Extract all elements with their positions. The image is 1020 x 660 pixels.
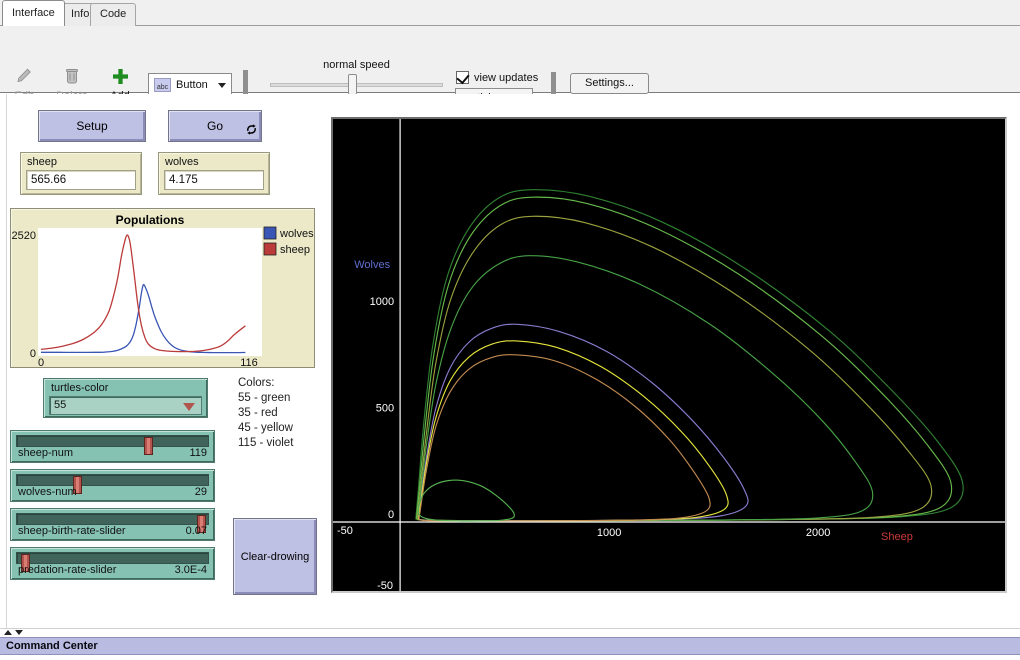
colors-note: Colors: 55 - green 35 - red 45 - yellow …: [238, 376, 293, 451]
monitor-value: 4.175: [164, 170, 264, 190]
slider-sheep-num[interactable]: sheep-num 119: [10, 430, 215, 463]
svg-text:1000: 1000: [370, 296, 394, 308]
arrow-down-icon: [15, 630, 23, 635]
monitor-wolves: wolves 4.175: [158, 152, 270, 195]
svg-text:-50: -50: [337, 525, 353, 537]
monitor-label: sheep: [27, 156, 57, 168]
slider-wolves-num[interactable]: wolves-num 29: [10, 469, 215, 502]
populations-plot: Populations 0 2520 0 116 wolves sheep: [10, 208, 315, 368]
canvas-left-border: [6, 94, 7, 628]
svg-text:1000: 1000: [597, 527, 621, 539]
pencil-icon: [8, 64, 40, 88]
go-button[interactable]: Go: [168, 110, 262, 142]
command-center-resize[interactable]: [4, 630, 23, 635]
svg-text:0: 0: [388, 509, 394, 521]
svg-text:wolves: wolves: [279, 228, 314, 240]
chooser-value: 55: [54, 399, 66, 411]
settings-button[interactable]: Settings...: [570, 73, 649, 94]
colors-note-line: 45 - yellow: [238, 421, 293, 436]
monitor-value: 565.66: [26, 170, 136, 190]
chooser-label: turtles-color: [51, 382, 108, 394]
svg-text:0: 0: [38, 357, 44, 367]
svg-text:116: 116: [240, 357, 258, 367]
svg-text:0: 0: [30, 348, 36, 360]
svg-text:Wolves: Wolves: [354, 259, 390, 271]
svg-text:Populations: Populations: [116, 213, 185, 227]
widget-type-value: Button: [176, 79, 208, 91]
slider-predation-rate[interactable]: predation-rate-slider 3.0E-4: [10, 547, 215, 580]
svg-text:-50: -50: [377, 580, 393, 591]
tab-code[interactable]: Code: [90, 3, 136, 26]
interface-canvas: Setup Go sheep 565.66 wolves 4.175 Popul…: [0, 94, 1020, 628]
svg-text:Sheep: Sheep: [881, 531, 913, 543]
slider-track[interactable]: [16, 474, 209, 486]
view-updates-label: view updates: [474, 72, 538, 84]
svg-text:2520: 2520: [12, 230, 36, 242]
speed-slider-label: normal speed: [270, 59, 443, 71]
command-center-header[interactable]: Command Center: [0, 637, 1020, 655]
svg-text:500: 500: [376, 402, 394, 414]
monitor-label: wolves: [165, 156, 199, 168]
arrow-up-icon: [4, 630, 12, 635]
colors-note-line: 55 - green: [238, 391, 293, 406]
slider-sheep-birth-rate[interactable]: sheep-birth-rate-slider 0.07: [10, 508, 215, 541]
clear-drawing-button[interactable]: Clear-drowing: [233, 518, 317, 595]
forever-icon: [246, 124, 257, 138]
turtles-color-chooser[interactable]: turtles-color 55: [43, 378, 208, 418]
plus-icon: [104, 64, 136, 88]
command-center-title: Command Center: [6, 640, 98, 652]
slider-track[interactable]: [16, 435, 209, 447]
speed-slider-handle[interactable]: [348, 74, 357, 95]
netlogo-window: Interface Info Code Edit Delete Add abc …: [0, 0, 1020, 660]
slider-track[interactable]: [16, 552, 209, 564]
svg-text:sheep: sheep: [280, 244, 310, 256]
monitor-sheep: sheep 565.66: [20, 152, 142, 195]
trash-icon: [52, 64, 92, 88]
chooser-value-box[interactable]: 55: [49, 396, 202, 415]
tab-bar: Interface Info Code: [0, 0, 1020, 26]
chevron-down-icon: [218, 83, 226, 88]
slider-handle[interactable]: [144, 437, 153, 455]
colors-note-line: 115 - violet: [238, 436, 293, 451]
button-widget-icon: abc: [154, 78, 171, 92]
view-updates-checkbox[interactable]: [456, 71, 469, 84]
colors-note-title: Colors:: [238, 376, 293, 391]
toolbar: Edit Delete Add abc Button normal speed …: [0, 26, 1020, 93]
chooser-dropdown-icon: [183, 403, 195, 411]
toolbar-separator: [551, 72, 556, 96]
phase-chart: 1000 2000 1000 500 0 -50 -50 Wolves Sheep: [333, 119, 1005, 591]
svg-text:2000: 2000: [806, 527, 830, 539]
populations-chart: Populations 0 2520 0 116 wolves sheep: [11, 209, 314, 367]
colors-note-line: 35 - red: [238, 406, 293, 421]
phase-plot: 1000 2000 1000 500 0 -50 -50 Wolves Sheep: [331, 117, 1007, 593]
tab-interface[interactable]: Interface: [2, 0, 65, 26]
slider-track[interactable]: [16, 513, 209, 525]
command-center-divider[interactable]: [0, 628, 1020, 629]
setup-button[interactable]: Setup: [38, 110, 146, 142]
